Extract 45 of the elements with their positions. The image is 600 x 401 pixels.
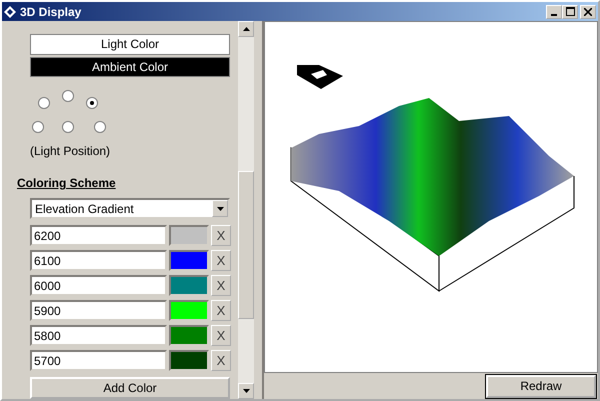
remove-button[interactable]: X [211, 350, 231, 372]
remove-button[interactable]: X [211, 225, 231, 246]
scheme-dropdown[interactable]: Elevation Gradient [30, 198, 230, 220]
remove-button[interactable]: X [211, 275, 231, 296]
radio-button[interactable] [32, 121, 44, 134]
scroll-down-icon [242, 389, 250, 393]
compass-icon [297, 65, 343, 89]
window-title: 3D Display [20, 4, 82, 18]
elevation-field[interactable]: 6000 [30, 275, 167, 296]
add-color-button[interactable]: Add Color [30, 377, 230, 399]
elevation-field[interactable]: 6200 [30, 225, 167, 246]
color-swatch[interactable] [169, 225, 209, 246]
maximize-button[interactable] [562, 4, 578, 18]
maximize-icon [566, 7, 574, 16]
color-swatch[interactable] [169, 325, 209, 346]
color-swatch[interactable] [169, 300, 209, 322]
redraw-button[interactable]: Redraw [486, 374, 596, 398]
remove-button[interactable]: X [211, 250, 231, 272]
dropdown-arrow-icon [216, 206, 224, 211]
app-icon [4, 6, 16, 18]
minimize-icon [551, 14, 557, 16]
close-icon [584, 8, 592, 16]
elevation-field[interactable]: 5800 [30, 325, 167, 346]
elevation-field[interactable]: 5700 [30, 350, 167, 372]
remove-button[interactable]: X [211, 325, 231, 346]
color-swatch[interactable] [169, 275, 209, 296]
close-button[interactable] [580, 4, 596, 18]
color-swatch[interactable] [169, 250, 209, 272]
light-position-label: (Light Position) [30, 144, 112, 158]
minimize-button[interactable] [546, 4, 562, 18]
remove-button[interactable]: X [211, 300, 231, 322]
section-heading: Coloring Scheme [17, 176, 117, 190]
scroll-thumb[interactable] [238, 171, 254, 319]
radio-button[interactable] [62, 90, 74, 102]
radio-button[interactable] [38, 97, 50, 110]
color-swatch[interactable] [169, 350, 209, 372]
radio-button[interactable] [62, 121, 74, 134]
elevation-field[interactable]: 6100 [30, 250, 167, 272]
radio-button[interactable] [94, 121, 106, 134]
color-button[interactable]: Light Color [30, 34, 230, 55]
radio-button[interactable] [86, 97, 98, 110]
scrollbar[interactable] [238, 21, 254, 399]
scroll-up-icon [242, 27, 250, 31]
color-button[interactable]: Ambient Color [30, 56, 230, 78]
elevation-field[interactable]: 5900 [30, 300, 167, 322]
